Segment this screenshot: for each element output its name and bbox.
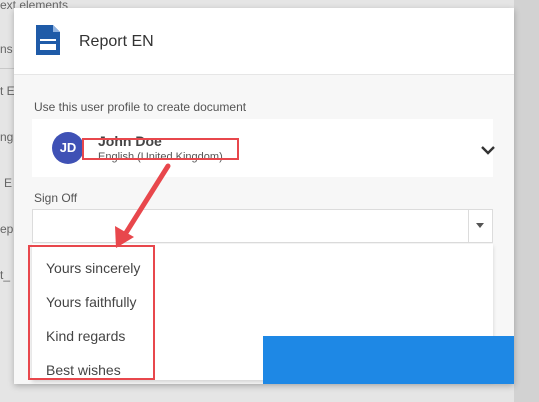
options-highlight-box <box>28 245 155 380</box>
dialog-header: Report EN <box>14 8 514 75</box>
background-scroll-region <box>514 0 539 402</box>
select-divider <box>468 210 469 242</box>
bg-fragment: E <box>4 176 13 190</box>
signoff-select[interactable] <box>32 209 493 243</box>
profile-label: Use this user profile to create document <box>34 100 247 114</box>
signoff-label: Sign Off <box>34 191 78 205</box>
bg-fragment: ns <box>0 42 13 56</box>
avatar: JD <box>52 132 84 164</box>
dialog-title: Report EN <box>79 33 154 50</box>
caret-down-icon[interactable] <box>476 223 484 228</box>
bg-fragment: ng <box>0 130 14 144</box>
bg-fragment: t_ <box>0 268 11 282</box>
create-button[interactable] <box>263 336 514 384</box>
bg-fragment: ep <box>0 222 14 236</box>
chevron-down-icon[interactable] <box>480 145 496 155</box>
document-icon <box>36 25 60 55</box>
bg-divider <box>0 68 14 69</box>
bg-fragment: t E <box>0 84 15 98</box>
language-highlight-box <box>82 138 239 160</box>
